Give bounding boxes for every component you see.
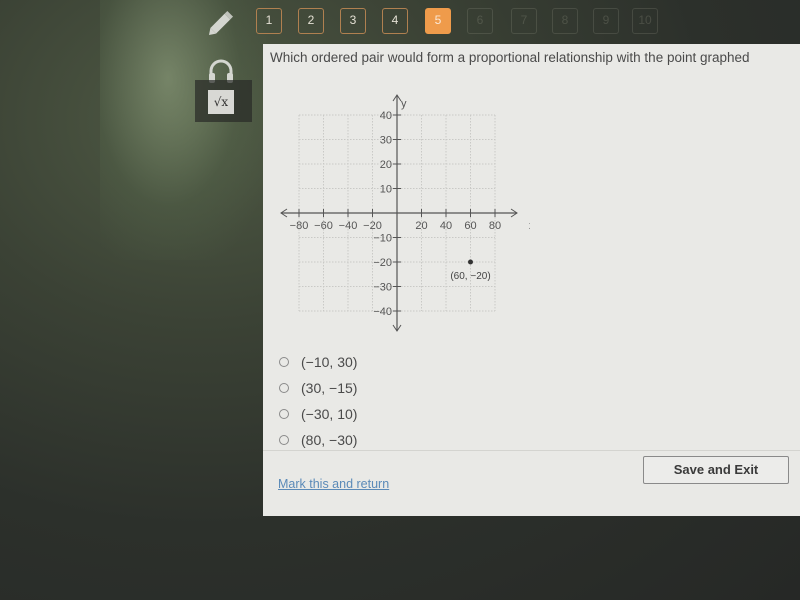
x-tick-label: −60: [314, 220, 333, 232]
y-tick-label: 10: [380, 184, 392, 196]
x-axis-label: x: [529, 220, 530, 232]
y-tick-label: −40: [373, 306, 392, 318]
radio-button[interactable]: [279, 435, 289, 445]
mark-and-return-link[interactable]: Mark this and return: [278, 477, 389, 491]
question-nav-button-9[interactable]: 9: [593, 8, 619, 34]
radio-button[interactable]: [279, 357, 289, 367]
y-tick-label: −20: [373, 257, 392, 269]
y-axis-label: y: [401, 98, 407, 110]
radio-button[interactable]: [279, 409, 289, 419]
background-reflection: [100, 0, 270, 260]
footer-divider: [263, 450, 800, 451]
x-tick-label: −40: [339, 220, 358, 232]
data-point: [468, 259, 473, 265]
x-tick-label: 60: [464, 220, 476, 232]
question-nav-button-4[interactable]: 4: [382, 8, 408, 34]
answer-choices: (−10, 30) (30, −15) (−30, 10) (80, −30): [279, 349, 357, 453]
question-nav-button-8[interactable]: 8: [552, 8, 578, 34]
answer-choice[interactable]: (30, −15): [279, 375, 357, 401]
y-tick-label: −30: [373, 282, 392, 294]
x-tick-label: 40: [440, 220, 452, 232]
question-text: Which ordered pair would form a proporti…: [270, 50, 750, 65]
pencil-icon[interactable]: [206, 8, 236, 38]
answer-choice[interactable]: (−10, 30): [279, 349, 357, 375]
choice-label: (−10, 30): [301, 354, 358, 370]
question-nav-button-1[interactable]: 1: [256, 8, 282, 34]
question-nav-button-10[interactable]: 10: [632, 8, 658, 34]
save-and-exit-button[interactable]: Save and Exit: [643, 456, 789, 484]
y-tick-label: 20: [380, 159, 392, 171]
formula-icon: √x: [208, 90, 234, 114]
data-point-label: (60, −20): [450, 271, 490, 282]
x-tick-label: −80: [290, 220, 309, 232]
y-tick-label: 30: [380, 135, 392, 147]
radio-button[interactable]: [279, 383, 289, 393]
x-tick-label: 20: [415, 220, 427, 232]
formula-tool-button[interactable]: √x: [195, 80, 252, 122]
choice-label: (−30, 10): [301, 406, 358, 422]
y-tick-label: −10: [373, 233, 392, 245]
question-nav-button-2[interactable]: 2: [298, 8, 324, 34]
question-nav-button-6[interactable]: 6: [467, 8, 493, 34]
question-nav-button-5[interactable]: 5: [425, 8, 451, 34]
y-tick-label: 40: [380, 110, 392, 122]
coordinate-graph: xy−80−60−40−202040608040302010−10−20−30−…: [280, 94, 530, 332]
choice-label: (30, −15): [301, 380, 358, 396]
answer-choice[interactable]: (−30, 10): [279, 401, 357, 427]
question-nav-button-7[interactable]: 7: [511, 8, 537, 34]
x-tick-label: −20: [363, 220, 382, 232]
choice-label: (80, −30): [301, 432, 358, 448]
question-nav-button-3[interactable]: 3: [340, 8, 366, 34]
question-panel: Which ordered pair would form a proporti…: [263, 44, 800, 516]
x-tick-label: 80: [489, 220, 501, 232]
